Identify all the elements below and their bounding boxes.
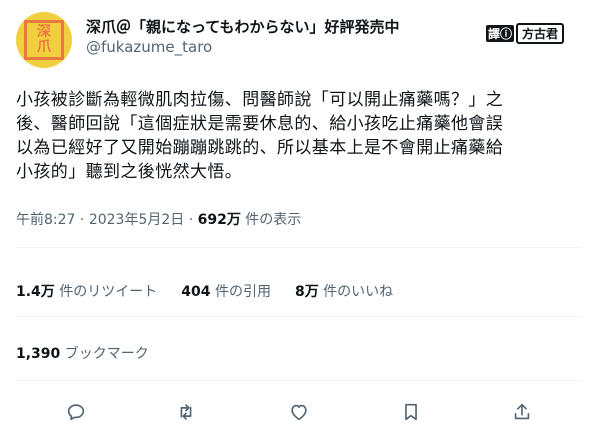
retweets-stat[interactable]: 1.4万 件のリツイート — [16, 284, 157, 300]
bookmarks-stat[interactable]: 1,390 ブックマーク — [16, 343, 149, 363]
tweet-time[interactable]: 午前8:27 — [16, 212, 75, 228]
like-button[interactable] — [285, 398, 313, 426]
quotes-label: 件の引用 — [210, 284, 271, 300]
retweet-button[interactable] — [172, 398, 200, 426]
reply-icon — [67, 404, 85, 421]
divider — [16, 380, 582, 381]
likes-stat[interactable]: 8万 件のいいね — [295, 284, 393, 300]
likes-label: 件のいいね — [318, 284, 394, 300]
tweet-line: 以為已經好了又開始蹦蹦跳跳的、所以基本上是不會開止痛藥給 — [16, 138, 504, 158]
avatar-char-2: 爪 — [37, 39, 51, 55]
view-count-label: 件の表示 — [240, 212, 302, 228]
share-button[interactable] — [508, 398, 536, 426]
avatar-stamp: 深 爪 — [24, 20, 64, 60]
retweet-icon — [180, 404, 192, 420]
meta-separator: · — [184, 212, 198, 228]
retweets-label: 件のリツイート — [54, 284, 158, 300]
tweet-line: 小孩的」聽到之後恍然大悟。 — [16, 162, 243, 182]
tweet-card: 深 爪 深爪＠「親になってもわからない」好評発売中 @fukazume_taro… — [0, 0, 598, 441]
divider — [16, 247, 582, 248]
author-display-name[interactable]: 深爪＠「親になってもわからない」好評発売中 — [86, 16, 400, 37]
avatar-char-1: 深 — [37, 24, 51, 40]
author-handle[interactable]: @fukazume_taro — [86, 38, 212, 56]
avatar[interactable]: 深 爪 — [16, 12, 72, 68]
bookmarks-count: 1,390 — [16, 346, 61, 362]
tweet-line: 後、醫師回說「這個症狀是需要休息的、給小孩吃止痛藥他會誤 — [16, 114, 504, 134]
watermark-label: 譯ⓘ — [486, 24, 515, 42]
view-count: 692万 — [197, 212, 241, 228]
divider — [16, 316, 582, 317]
bookmark-button[interactable] — [397, 398, 425, 426]
tweet-line: 小孩被診斷為輕微肌肉拉傷、問醫師說「可以開止痛藥嗎？」之 — [16, 90, 504, 110]
translator-watermark: 譯ⓘ 方古君 — [486, 22, 565, 44]
quotes-count: 404 — [181, 284, 211, 300]
tweet-actions — [0, 398, 598, 426]
reply-button[interactable] — [62, 398, 90, 426]
watermark-name: 方古君 — [516, 22, 565, 44]
bookmarks-label: ブックマーク — [60, 346, 149, 362]
tweet-meta: 午前8:27 · 2023年5月2日 · 692万 件の表示 — [16, 209, 301, 229]
bookmark-icon — [405, 403, 417, 421]
likes-count: 8万 — [294, 284, 319, 300]
heart-icon — [291, 404, 307, 421]
retweets-count: 1.4万 — [16, 284, 55, 300]
tweet-date[interactable]: 2023年5月2日 — [89, 212, 184, 228]
share-icon — [514, 403, 530, 420]
quotes-stat[interactable]: 404 件の引用 — [181, 284, 271, 300]
meta-separator: · — [75, 212, 89, 228]
engagement-stats: 1.4万 件のリツイート 404 件の引用 8万 件のいいね — [16, 281, 417, 301]
tweet-text: 小孩被診斷為輕微肌肉拉傷、問醫師說「可以開止痛藥嗎？」之 後、醫師回說「這個症狀… — [16, 88, 584, 184]
